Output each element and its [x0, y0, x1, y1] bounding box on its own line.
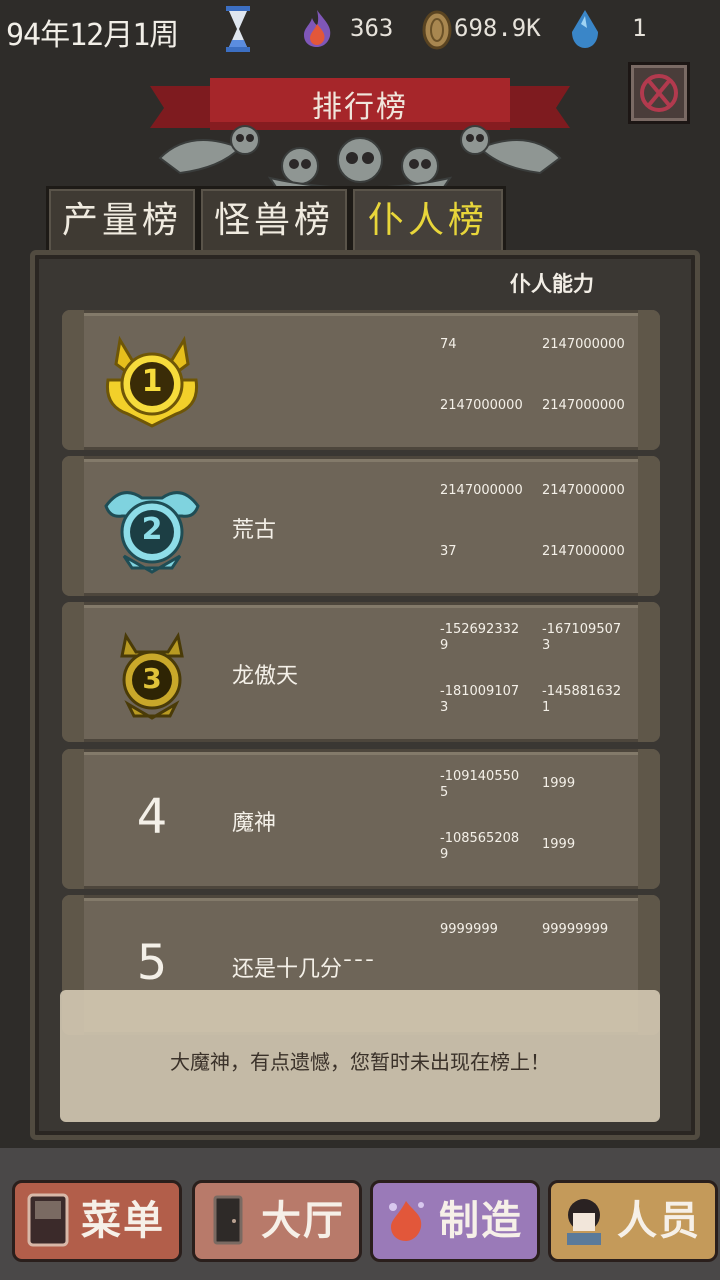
- game-date: 94年12月1周: [6, 18, 179, 53]
- stat-cell: 2147000000: [440, 398, 523, 413]
- stat-cell: 2147000000: [542, 398, 625, 413]
- scroll-left-cap: [62, 310, 84, 450]
- door-icon: [213, 1195, 243, 1245]
- stat-cell: 74: [440, 337, 457, 352]
- crystal-icon: [572, 10, 598, 48]
- scroll-left-cap: [62, 602, 84, 742]
- page-title: 排行榜: [312, 90, 408, 125]
- stat-cell: 37: [440, 544, 457, 559]
- stat-cell: 2147000000: [542, 544, 625, 559]
- player-name: 还是十几分¯¯¯: [232, 957, 376, 982]
- stat-cell: -1091405505: [440, 769, 520, 800]
- stat-cell: -1458816321: [542, 684, 622, 715]
- hall-label: 大厅: [261, 1198, 345, 1244]
- status-bar: 94年12月1周 363 698.9K 1: [0, 0, 720, 58]
- player-name: 魔神: [232, 811, 277, 836]
- rank-medal-label: 1: [141, 364, 163, 399]
- rank-number: 4: [136, 789, 168, 845]
- stat-cell: -1526923329: [440, 622, 520, 653]
- tab-servant[interactable]: 仆人榜: [350, 186, 506, 256]
- stat-cell: 1999: [542, 837, 576, 852]
- phone-icon: [27, 1193, 69, 1247]
- scroll-left-cap: [62, 749, 84, 889]
- fire-icon: [304, 10, 331, 47]
- fire-orb-icon: [389, 1201, 424, 1241]
- fire-value: 363: [350, 14, 394, 42]
- ranking-row[interactable]: 1 74 2147000000 2147000000 2147000000: [62, 310, 660, 450]
- gold-value: 698.9K: [454, 14, 541, 42]
- stat-cell: 2147000000: [440, 483, 523, 498]
- rank-medal-label: 3: [142, 662, 162, 695]
- hall-button[interactable]: 大厅: [192, 1180, 362, 1262]
- gold-coin-icon: [422, 10, 452, 50]
- stat-cell: 2147000000: [542, 337, 625, 352]
- menu-button[interactable]: 菜单: [12, 1180, 182, 1262]
- rank-number: 5: [136, 935, 168, 991]
- tab-monster[interactable]: 怪兽榜: [198, 186, 350, 256]
- staff-button[interactable]: 人员: [548, 1180, 718, 1262]
- scroll-right-cap: [638, 310, 660, 450]
- avatar-icon: [567, 1199, 601, 1245]
- stat-cell: 1999: [542, 776, 576, 791]
- scroll-right-cap: [638, 456, 660, 596]
- stat-cell: 9999999: [440, 922, 498, 937]
- hourglass-icon: [226, 6, 250, 52]
- stat-cell: 99999999: [542, 922, 609, 937]
- scroll-left-cap: [62, 456, 84, 596]
- player-name: 龙傲天: [232, 664, 299, 689]
- ranking-row[interactable]: 4 魔神 -1091405505 1999 -1085652089 1999: [62, 749, 660, 889]
- menu-label: 菜单: [81, 1198, 165, 1244]
- ranking-row[interactable]: 3 龙傲天 -1526923329 -1671095073 -181009107…: [62, 602, 660, 742]
- player-name: 荒古: [232, 518, 277, 543]
- rank-medal-label: 2: [141, 512, 163, 547]
- staff-label: 人员: [617, 1198, 701, 1244]
- ranking-row[interactable]: 2 荒古 2147000000 2147000000 37 2147000000: [62, 456, 660, 596]
- stat-cell: -1671095073: [542, 622, 622, 653]
- stat-cell: -1085652089: [440, 831, 520, 862]
- crystal-value: 1: [632, 14, 647, 42]
- craft-label: 制造: [439, 1198, 523, 1244]
- column-header: 仆人能力: [510, 272, 594, 296]
- craft-button[interactable]: 制造: [370, 1180, 540, 1262]
- stat-cell: 2147000000: [542, 483, 625, 498]
- tab-production[interactable]: 产量榜: [46, 186, 198, 256]
- rank-status-message: 大魔神，有点遗憾，您暂时未出现在榜上！: [170, 1050, 550, 1074]
- scroll-right-cap: [638, 749, 660, 889]
- stat-cell: -1810091073: [440, 684, 520, 715]
- scroll-right-cap: [638, 602, 660, 742]
